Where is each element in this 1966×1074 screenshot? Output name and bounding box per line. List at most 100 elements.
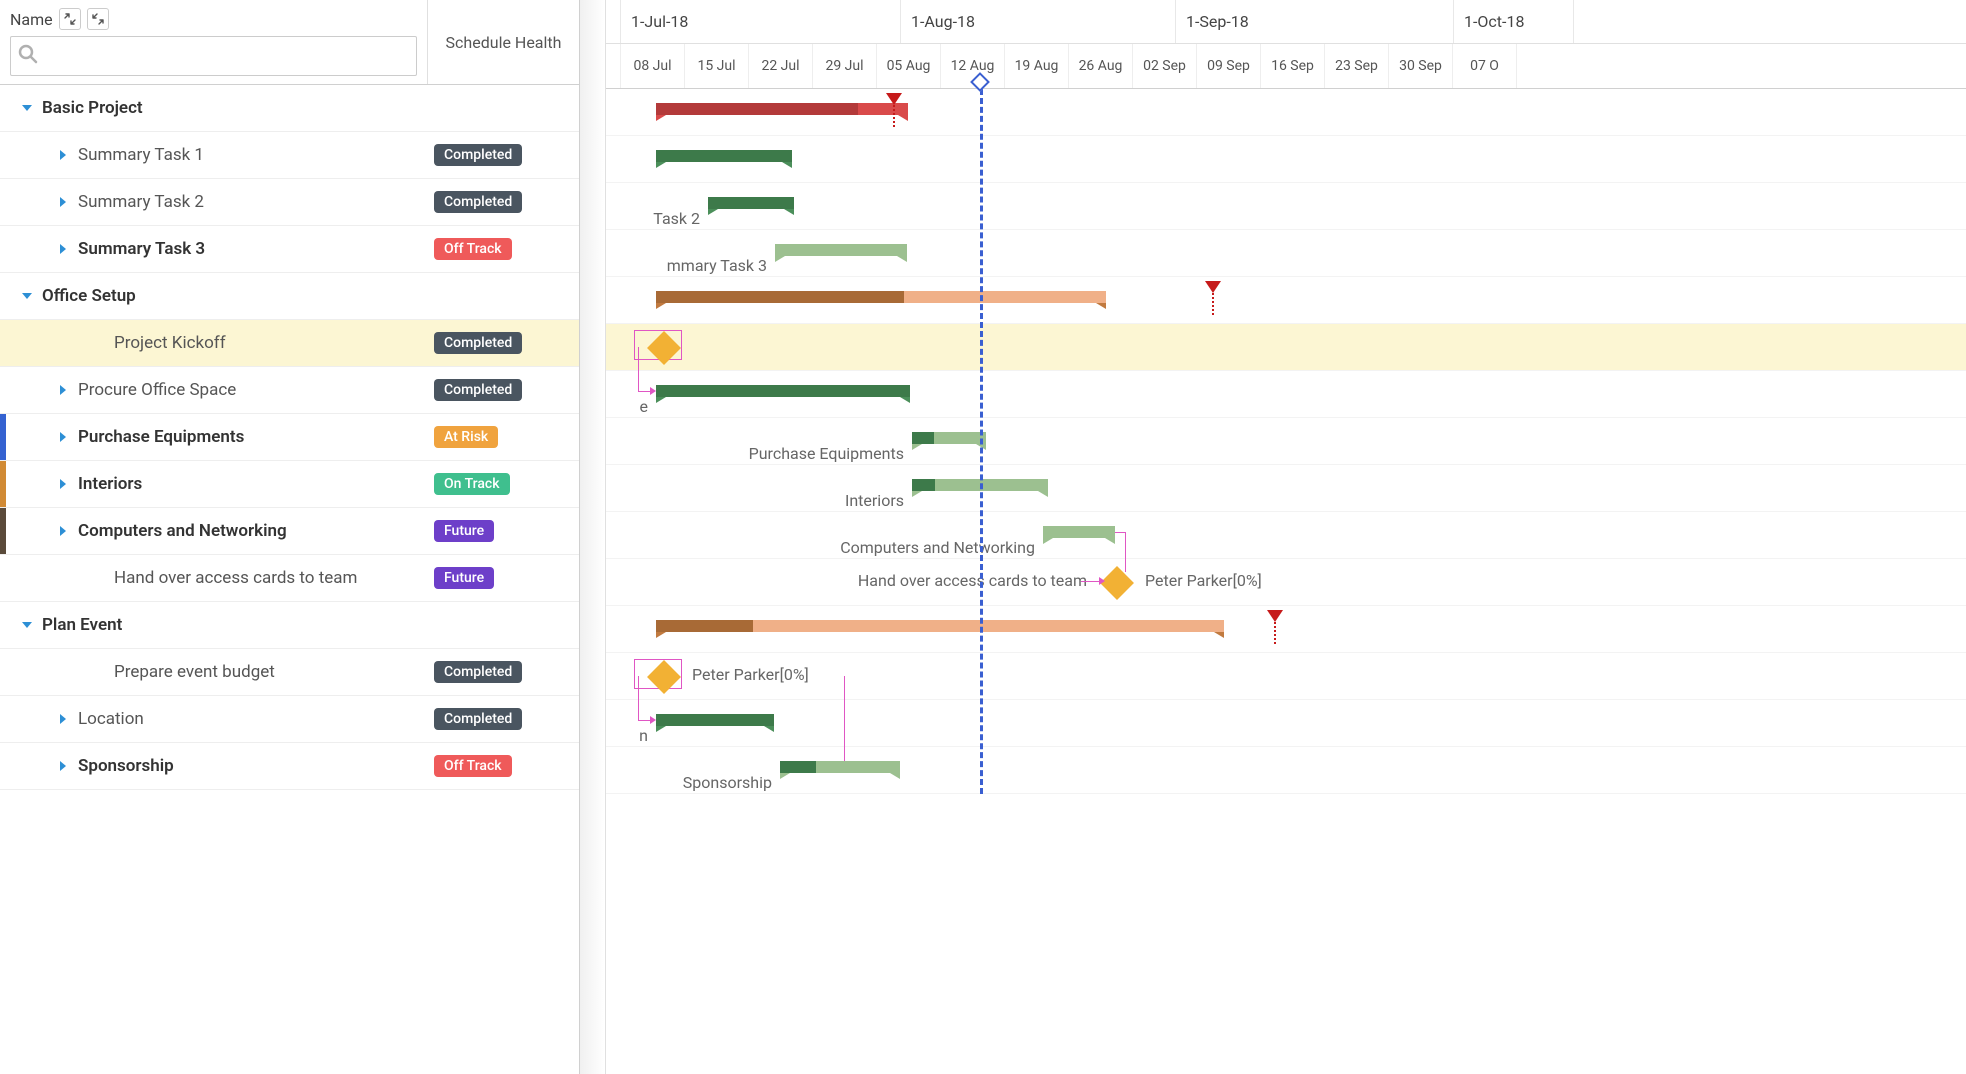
task-label: Plan Event <box>42 615 122 635</box>
gantt-row-hand-over-cards: Hand over access cards to team Peter Park… <box>606 559 1966 606</box>
task-row-hand-over-cards[interactable]: Hand over access cards to team Future <box>0 555 579 602</box>
status-badge: Completed <box>434 144 522 166</box>
caret-down-icon[interactable] <box>18 102 36 114</box>
summary-bar[interactable] <box>656 291 1106 303</box>
task-label: Hand over access cards to team <box>114 568 357 588</box>
summary-bar[interactable]: Sponsorship <box>780 761 900 773</box>
caret-right-icon[interactable] <box>54 149 72 161</box>
caret-right-icon[interactable] <box>54 431 72 443</box>
caret-right-icon[interactable] <box>54 525 72 537</box>
caret-right-icon[interactable] <box>54 760 72 772</box>
task-row-prepare-budget[interactable]: Prepare event budgetCompleted <box>0 649 579 696</box>
task-label: Summary Task 3 <box>78 239 205 259</box>
caret-right-icon[interactable] <box>54 384 72 396</box>
summary-bar[interactable] <box>656 620 1224 632</box>
task-row-procure-office[interactable]: Procure Office Space Completed <box>0 367 579 414</box>
gantt-row-computers-networking: Computers and Networking <box>606 512 1966 559</box>
panel-splitter[interactable] <box>580 0 606 1074</box>
bar-label: Sponsorship <box>683 773 780 792</box>
gantt-row-summary-task-3: mmary Task 3 <box>606 230 1966 277</box>
status-badge: On Track <box>434 473 510 495</box>
gantt-row-location: n <box>606 700 1966 747</box>
caret-right-icon[interactable] <box>54 713 72 725</box>
summary-bar[interactable]: Task 2 <box>708 197 794 209</box>
task-row-summary-task-3[interactable]: Summary Task 3Off Track <box>0 226 579 273</box>
summary-bar[interactable]: Interiors <box>912 479 1048 491</box>
caret-right-icon[interactable] <box>54 196 72 208</box>
week-header: 22 Jul <box>749 44 813 88</box>
caret-down-icon[interactable] <box>18 290 36 302</box>
status-badge: Completed <box>434 661 522 683</box>
task-row-purchase-equipments[interactable]: Purchase EquipmentsAt Risk <box>0 414 579 461</box>
summary-bar[interactable]: Purchase Equipments <box>912 432 986 444</box>
summary-bar[interactable]: e <box>656 385 910 397</box>
task-label: Summary Task 2 <box>78 192 204 212</box>
gantt-row-interiors: Interiors <box>606 465 1966 512</box>
status-badge: Completed <box>434 332 522 354</box>
status-badge: Future <box>434 567 494 589</box>
week-header: 30 Sep <box>1389 44 1453 88</box>
task-label: Purchase Equipments <box>78 427 244 447</box>
week-header: 23 Sep <box>1325 44 1389 88</box>
expand-icon[interactable] <box>87 8 109 30</box>
week-header: 02 Sep <box>1133 44 1197 88</box>
week-header: 29 Jul <box>813 44 877 88</box>
bar-label: e <box>640 397 656 416</box>
month-header: 1-Sep-18 <box>1176 0 1454 43</box>
task-label: Computers and Networking <box>78 521 287 541</box>
task-row-sponsorship[interactable]: SponsorshipOff Track <box>0 743 579 790</box>
task-label: Basic Project <box>42 98 143 118</box>
bar-label: Task 2 <box>653 209 708 228</box>
week-header: 15 Jul <box>685 44 749 88</box>
summary-bar[interactable] <box>656 103 908 115</box>
status-badge: Completed <box>434 708 522 730</box>
status-badge: Off Track <box>434 755 512 777</box>
week-header: 19 Aug <box>1005 44 1069 88</box>
summary-bar[interactable]: mmary Task 3 <box>775 244 907 256</box>
assignee-label: Peter Parker[0%] <box>1145 571 1262 590</box>
status-badge: Completed <box>434 379 522 401</box>
column-header-schedule-health: Schedule Health <box>427 0 579 84</box>
summary-bar[interactable]: Computers and Networking <box>1043 526 1115 538</box>
task-row-location[interactable]: LocationCompleted <box>0 696 579 743</box>
task-row-summary-task-2[interactable]: Summary Task 2Completed <box>0 179 579 226</box>
task-row-computers-networking[interactable]: Computers and Networking Future <box>0 508 579 555</box>
task-row-summary-task-1[interactable]: Summary Task 1Completed <box>0 132 579 179</box>
task-list-header: Name Schedule Health <box>0 0 579 85</box>
week-header: 05 Aug <box>877 44 941 88</box>
search-input[interactable] <box>10 36 417 76</box>
task-row-project-kickoff[interactable]: Project Kickoff Completed <box>0 320 579 367</box>
status-badge: Future <box>434 520 494 542</box>
bar-label: Hand over access cards to team <box>606 571 1095 590</box>
week-header: 08 Jul <box>621 44 685 88</box>
week-header: 09 Sep <box>1197 44 1261 88</box>
caret-right-icon[interactable] <box>54 478 72 490</box>
timeline-header: 1-Jul-181-Aug-181-Sep-181-Oct-18 08 Jul1… <box>606 0 1966 89</box>
caret-right-icon[interactable] <box>54 243 72 255</box>
task-label: Interiors <box>78 474 142 494</box>
gantt-panel: 1-Jul-181-Aug-181-Sep-181-Oct-18 08 Jul1… <box>606 0 1966 1074</box>
week-header: 07 O <box>1453 44 1517 88</box>
gantt-row-basic-project <box>606 89 1966 136</box>
gantt-row-sponsorship: Sponsorship <box>606 747 1966 794</box>
summary-bar[interactable]: n <box>656 714 774 726</box>
task-row-office-setup[interactable]: Office Setup <box>0 273 579 320</box>
collapse-icon[interactable] <box>59 8 81 30</box>
week-header: 26 Aug <box>1069 44 1133 88</box>
bar-label: Computers and Networking <box>840 538 1043 557</box>
milestone-diamond[interactable] <box>1100 566 1134 600</box>
task-label: Procure Office Space <box>78 380 236 400</box>
assignee-label: Peter Parker[0%] <box>692 665 809 684</box>
caret-down-icon[interactable] <box>18 619 36 631</box>
task-label: Project Kickoff <box>114 333 226 353</box>
week-header: 16 Sep <box>1261 44 1325 88</box>
search-icon <box>18 44 38 68</box>
task-row-interiors[interactable]: Interiors On Track <box>0 461 579 508</box>
task-row-plan-event[interactable]: Plan Event <box>0 602 579 649</box>
gantt-row-procure-office: e <box>606 371 1966 418</box>
bar-label: Purchase Equipments <box>749 444 912 463</box>
gantt-row-prepare-budget: Peter Parker[0%] <box>606 653 1966 700</box>
summary-bar[interactable] <box>656 150 792 162</box>
column-header-name: Name <box>10 10 53 29</box>
task-row-basic-project[interactable]: Basic Project <box>0 85 579 132</box>
